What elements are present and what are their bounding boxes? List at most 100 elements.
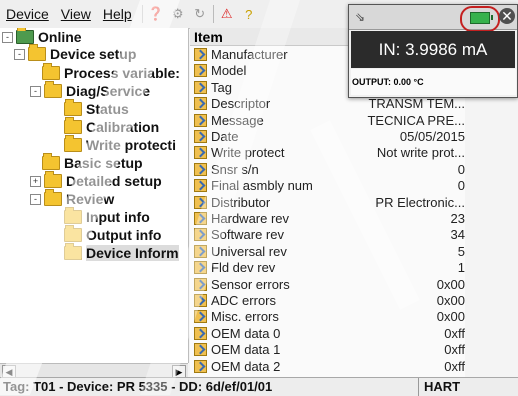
tree-node-calibration[interactable]: Calibration: [64, 117, 160, 136]
list-row[interactable]: Date 05/05/2015: [190, 129, 465, 144]
tree-node-label: Status: [86, 101, 129, 117]
device-tree: - Online - Device setup Process variable…: [0, 28, 189, 363]
list-row[interactable]: Misc. errors 0x00: [190, 309, 465, 324]
help-icon[interactable]: ?: [240, 5, 258, 23]
row-name: ADC errors: [211, 293, 277, 308]
row-value: PR Electronic...: [375, 194, 465, 210]
tree-node-online[interactable]: - Online: [2, 28, 82, 46]
menu-view[interactable]: View: [61, 6, 91, 22]
row-name: Fld dev rev: [211, 260, 276, 276]
list-row[interactable]: Universal rev 5: [190, 244, 465, 259]
row-name: Misc. errors: [211, 309, 279, 325]
input-reading: IN: 3.9986 mA: [351, 31, 515, 68]
row-value: 0: [457, 161, 465, 177]
collapse-icon[interactable]: -: [2, 31, 13, 43]
variable-icon: [194, 244, 207, 258]
tree-node-status[interactable]: Status: [64, 99, 129, 118]
collapse-icon[interactable]: -: [30, 85, 41, 97]
tree-node-process-variables[interactable]: Process variable:: [42, 63, 180, 82]
folder-icon: [64, 225, 82, 242]
tree-node-label: Output info: [86, 227, 162, 243]
list-row[interactable]: Message TECNICA PRE...: [190, 113, 465, 128]
overlay-titlebar: ⇘ ✕: [349, 5, 517, 32]
tree-node-input-info[interactable]: Input info: [64, 207, 150, 226]
variable-icon: [194, 212, 207, 225]
folder-icon: [64, 135, 82, 152]
list-row[interactable]: Distributor PR Electronic...: [190, 195, 465, 210]
list-row[interactable]: Write protect Not write prot...: [190, 145, 465, 160]
variable-icon: [194, 179, 207, 193]
tree-node-label: Device setup: [50, 46, 137, 62]
list-row[interactable]: OEM data 1 0xff: [190, 342, 465, 357]
row-name: Manufacturer: [211, 47, 288, 62]
help-icon[interactable]: ❓: [147, 5, 165, 23]
row-name: Descriptor: [211, 96, 271, 112]
list-row[interactable]: Final asmbly num 0: [190, 178, 465, 193]
variable-icon: [194, 294, 207, 307]
menu-device[interactable]: Device: [6, 6, 49, 22]
list-row[interactable]: ADC errors 0x00: [190, 293, 465, 308]
folder-icon: [44, 189, 62, 206]
menu-help[interactable]: Help: [103, 6, 132, 22]
list-row[interactable]: OEM data 2 0xff: [190, 359, 465, 374]
variable-icon: [194, 97, 207, 111]
tree-node-output-info[interactable]: Output info: [64, 225, 162, 244]
row-name: OEM data 1: [211, 342, 281, 358]
list-row[interactable]: Descriptor TRANSM TEM...: [190, 96, 465, 111]
collapse-icon[interactable]: -: [14, 48, 25, 60]
folder-icon: [64, 207, 82, 224]
row-value: 0xff: [444, 325, 465, 341]
row-value: 5: [457, 243, 465, 259]
warning-icon[interactable]: ⚠: [218, 5, 236, 23]
measurement-overlay: ⇘ ✕ IN: 3.9986 mA OUTPUT: 0.00 °C: [348, 4, 518, 98]
row-name: Software rev: [211, 227, 284, 243]
variable-icon: [194, 310, 207, 324]
list-row[interactable]: Fld dev rev 1: [190, 260, 465, 275]
variable-icon: [194, 146, 207, 160]
tree-node-label: Detailed setup: [66, 173, 162, 189]
collapse-icon[interactable]: -: [30, 193, 41, 205]
tree-node-diag-service[interactable]: - Diag/Service: [30, 81, 150, 100]
list-row[interactable]: Hardware rev 23: [190, 211, 465, 226]
tree-node-device-information[interactable]: Device Inform: [64, 243, 179, 262]
variable-icon: [194, 48, 207, 61]
row-name: Snsr s/n: [211, 161, 259, 177]
app-logo-icon: ⇘: [354, 10, 366, 24]
close-icon[interactable]: ✕: [499, 8, 515, 24]
list-row[interactable]: Software rev 34: [190, 227, 465, 242]
tree-node-label: Basic setup: [64, 155, 143, 171]
tree-node-device-setup[interactable]: - Device setup: [14, 44, 137, 63]
row-value: 0xff: [444, 358, 465, 374]
row-name: Final asmbly num: [211, 178, 313, 194]
app-window: Device View Help ❓ ⚙ ↻ ⚠ ? - Online - De…: [0, 0, 518, 396]
tree-node-basic-setup[interactable]: Basic setup: [42, 153, 143, 172]
list-row[interactable]: OEM data 0 0xff: [190, 326, 465, 341]
row-name: Date: [211, 129, 239, 144]
row-value: 0x00: [436, 276, 465, 292]
row-name: Distributor: [211, 194, 271, 210]
folder-icon: [44, 81, 62, 98]
list-row[interactable]: Snsr s/n 0: [190, 162, 465, 177]
folder-icon: [42, 153, 60, 170]
row-value: 05/05/2015: [399, 129, 465, 144]
row-value: 23: [450, 211, 465, 226]
list-row[interactable]: Sensor errors 0x00: [190, 277, 465, 292]
toolbar-separator: [212, 5, 214, 23]
folder-icon: [44, 171, 62, 188]
open-folder-icon: [64, 243, 82, 260]
expand-icon[interactable]: +: [30, 175, 41, 187]
row-value: 0xff: [444, 342, 465, 358]
row-value: 0: [457, 178, 465, 194]
row-name: Hardware rev: [211, 211, 290, 226]
tree-node-label: Calibration: [86, 119, 160, 135]
device-icon[interactable]: ⚙: [169, 5, 187, 23]
variable-icon: [194, 326, 207, 340]
tree-node-detailed-setup[interactable]: + Detailed setup: [30, 171, 162, 190]
refresh-icon[interactable]: ↻: [191, 5, 209, 23]
variable-icon: [194, 261, 207, 275]
tree-node-review[interactable]: - Review: [30, 189, 114, 208]
row-name: Write protect: [211, 145, 285, 161]
tree-node-label: Online: [38, 29, 82, 45]
tree-horizontal-scrollbar[interactable]: ◀ ▶: [0, 363, 188, 379]
tree-node-write-protection[interactable]: Write protecti: [64, 135, 176, 154]
